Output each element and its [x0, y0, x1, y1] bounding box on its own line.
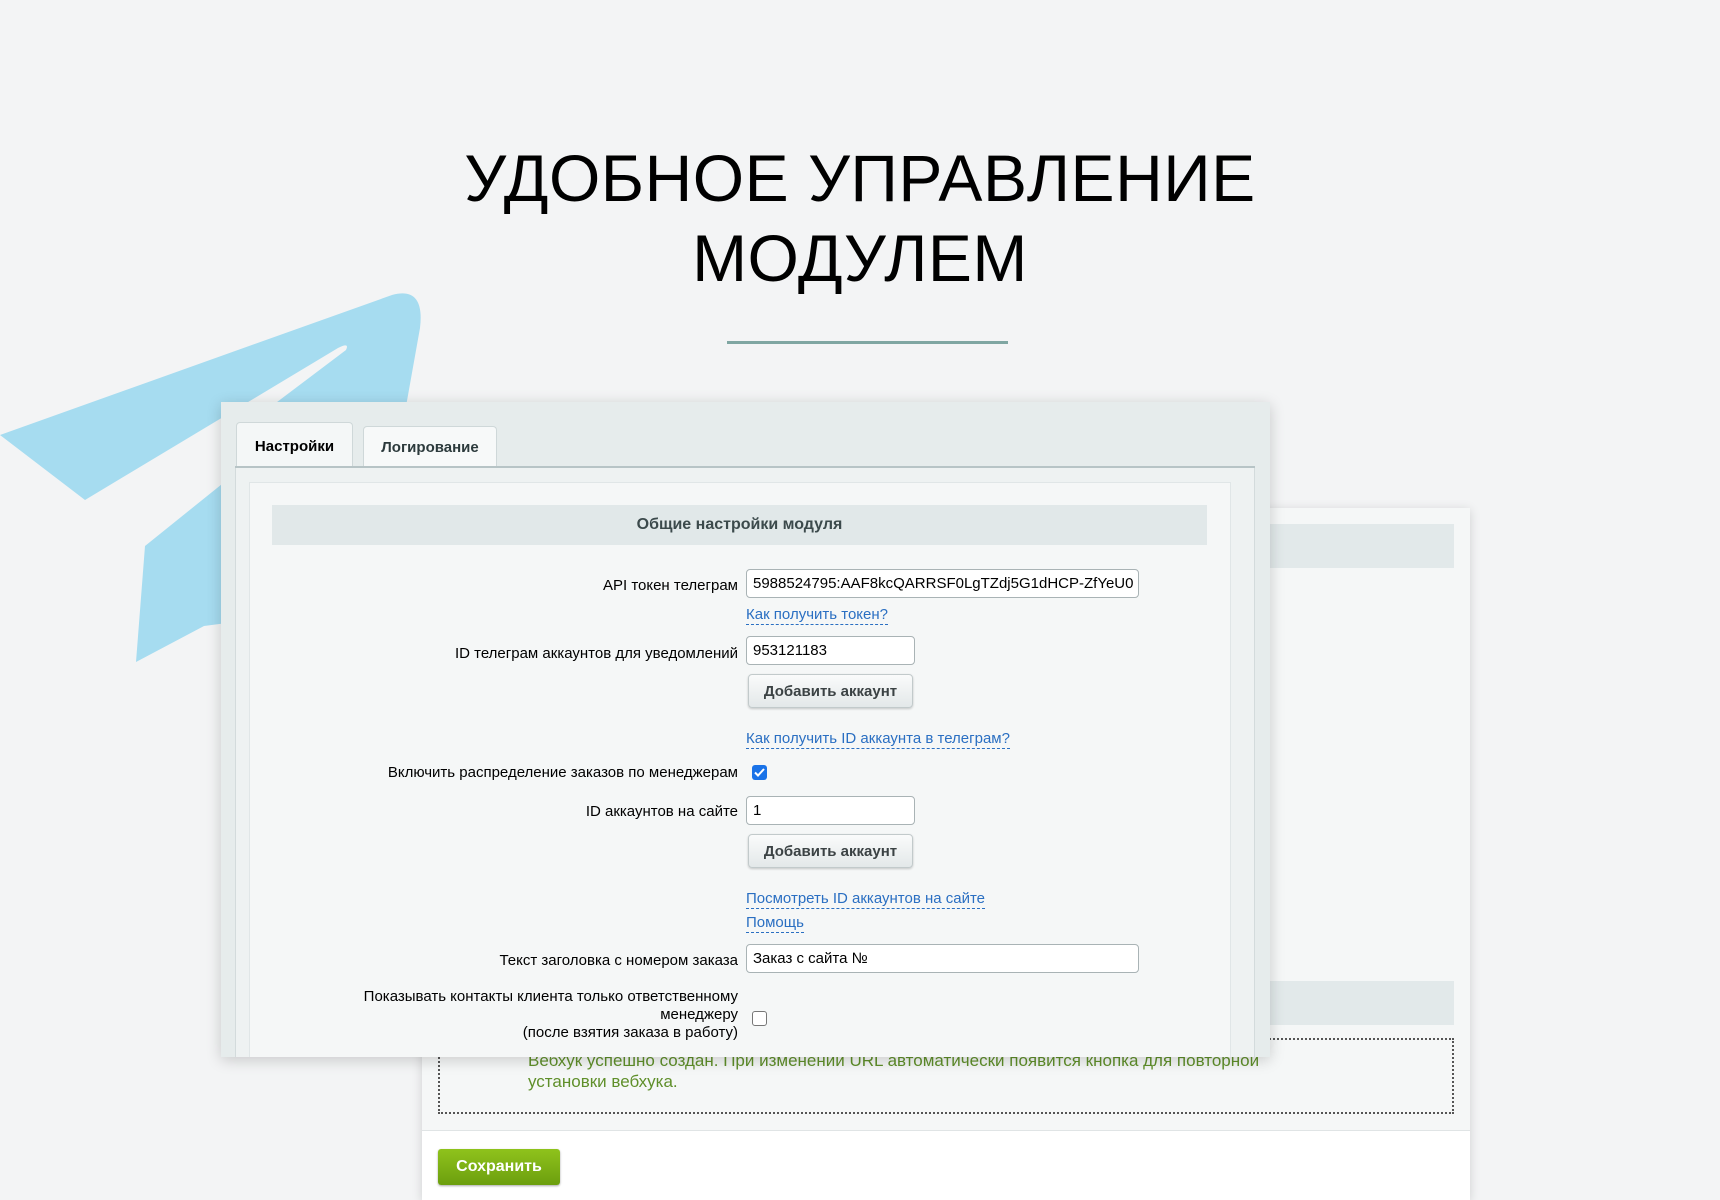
- site-id-input[interactable]: 1: [746, 796, 915, 825]
- webhook-message-line-2: установки вебхука.: [528, 1072, 678, 1091]
- contacts-only-label: Показывать контакты клиента только ответ…: [364, 988, 738, 1042]
- view-site-ids-link[interactable]: Посмотреть ID аккаунтов на сайте: [746, 890, 986, 909]
- get-token-link[interactable]: Как получить токен?: [746, 606, 888, 625]
- api-token-input[interactable]: 5988524795:AAF8kcQARRSF0LgTZdj5G1dHCP-Zf…: [746, 569, 1139, 598]
- module-settings-panel: Настройки Логирование Общие настройки мо…: [221, 402, 1270, 1057]
- contacts-only-label-line-1: Показывать контакты клиента только ответ…: [363, 988, 738, 1005]
- get-tg-id-link[interactable]: Как получить ID аккаунта в телеграм?: [746, 730, 1010, 749]
- settings-form: Общие настройки модуля API токен телегра…: [249, 482, 1231, 1057]
- section-title: Общие настройки модуля: [272, 505, 1207, 545]
- back-section-header: [1270, 524, 1454, 568]
- add-tg-account-button[interactable]: Добавить аккаунт: [748, 674, 913, 708]
- page-headline: УДОБНОЕ УПРАВЛЕНИЕ МОДУЛЕМ: [0, 138, 1720, 298]
- api-token-label: API токен телеграм: [602, 577, 738, 594]
- header-text-label: Текст заголовка с номером заказа: [499, 952, 738, 969]
- contacts-only-checkbox[interactable]: [752, 1011, 767, 1026]
- headline-divider: [727, 341, 1008, 344]
- distribute-checkbox[interactable]: [752, 765, 767, 780]
- header-text-input[interactable]: Заказ с сайта №: [746, 944, 1139, 973]
- contacts-only-label-line-3: (после взятия заказа в работу): [522, 1024, 738, 1041]
- tg-ids-label: ID телеграм аккаунтов для уведомлений: [454, 645, 738, 662]
- distribute-label: Включить распределение заказов по менедж…: [387, 764, 738, 781]
- tab-content: Общие настройки модуля API токен телегра…: [235, 468, 1255, 1057]
- add-site-account-button[interactable]: Добавить аккаунт: [748, 834, 913, 868]
- contacts-only-label-line-2: менеджеру: [660, 1006, 738, 1023]
- headline-line-2: МОДУЛЕМ: [692, 221, 1028, 295]
- tg-id-input[interactable]: 953121183: [746, 636, 915, 665]
- check-icon: [754, 768, 765, 777]
- site-ids-label: ID аккаунтов на сайте: [585, 803, 738, 820]
- back-section-header-2: [1270, 981, 1454, 1025]
- form-footer: Сохранить: [422, 1130, 1470, 1200]
- headline-line-1: УДОБНОЕ УПРАВЛЕНИЕ: [464, 141, 1256, 215]
- tab-settings[interactable]: Настройки: [236, 422, 353, 469]
- help-link[interactable]: Помощь: [746, 914, 804, 933]
- save-button[interactable]: Сохранить: [438, 1149, 560, 1185]
- tab-logging[interactable]: Логирование: [363, 426, 497, 467]
